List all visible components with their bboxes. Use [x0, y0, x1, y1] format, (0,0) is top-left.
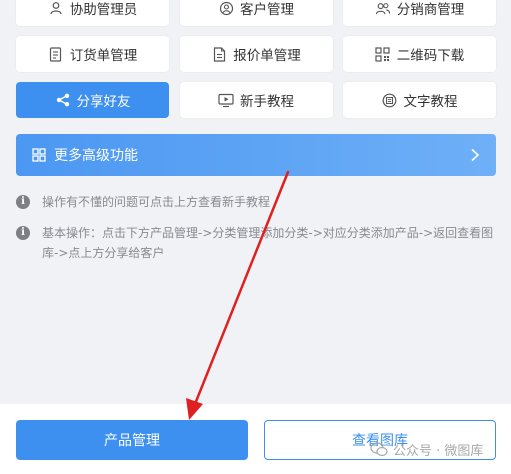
quote-management-label: 报价单管理	[233, 48, 301, 64]
tip-beginner: i 操作有不懂的问题可点击上方查看新手教程	[16, 192, 496, 212]
info-icon: i	[16, 195, 30, 209]
order-management-button[interactable]: 订货单管理	[16, 36, 169, 72]
document-icon	[48, 46, 64, 62]
tip-text: 操作有不懂的问题可点击上方查看新手教程	[42, 195, 271, 209]
tip-basic-operation: i 基本操作：点击下方产品管理->分类管理添加分类->对应分类添加产品->返回查…	[16, 223, 496, 263]
share-friends-label: 分享好友	[76, 94, 131, 110]
qr-code-download-label: 二维码下载	[396, 48, 465, 64]
bottom-action-bar: 产品管理 查看图库	[0, 404, 511, 474]
share-friends-button[interactable]: 分享好友	[16, 82, 169, 118]
more-advanced-features-bar[interactable]: 更多高级功能	[16, 134, 496, 176]
grid-icon	[32, 148, 46, 162]
more-advanced-features-label: 更多高级功能	[54, 148, 138, 164]
quote-document-icon	[211, 46, 227, 62]
customer-management-label: 客户管理	[240, 2, 294, 18]
product-management-button[interactable]: 产品管理	[16, 420, 248, 460]
tip-text: 基本操作：点击下方产品管理->分类管理添加分类->对应分类添加产品->返回查看图…	[42, 226, 494, 260]
watermark: 公众号 · 微图库	[370, 440, 483, 459]
qr-code-icon	[375, 46, 391, 62]
beginner-tutorial-label: 新手教程	[240, 94, 294, 110]
distributor-management-label: 分销商管理	[396, 2, 465, 18]
beginner-tutorial-button[interactable]: 新手教程	[179, 82, 333, 118]
customer-icon	[218, 0, 234, 16]
text-tutorial-label: 文字教程	[403, 94, 458, 110]
feature-row-2: 订货单管理 报价单管理 二维码下载	[16, 36, 496, 72]
distributor-management-button[interactable]: 分销商管理	[343, 0, 496, 26]
wechat-icon	[370, 442, 388, 457]
feature-row-1: 协助管理员 客户管理 分销商管理	[16, 0, 496, 26]
watermark-text: 公众号 · 微图库	[393, 444, 484, 459]
share-icon	[55, 92, 71, 108]
chevron-right-icon	[470, 148, 480, 162]
text-tutorial-icon	[382, 92, 398, 108]
order-management-label: 订货单管理	[69, 48, 138, 64]
assistant-admin-button[interactable]: 协助管理员	[16, 0, 169, 26]
assistant-admin-label: 协助管理员	[69, 2, 138, 18]
users-icon	[375, 0, 391, 16]
text-tutorial-button[interactable]: 文字教程	[343, 82, 496, 118]
customer-management-button[interactable]: 客户管理	[179, 0, 333, 26]
qr-code-download-button[interactable]: 二维码下载	[343, 36, 496, 72]
product-management-label: 产品管理	[104, 433, 160, 449]
feature-row-3: 分享好友 新手教程 文字教程	[16, 82, 496, 118]
info-icon: i	[16, 226, 30, 240]
quote-management-button[interactable]: 报价单管理	[179, 36, 333, 72]
monitor-icon	[218, 92, 234, 108]
user-icon	[48, 0, 64, 16]
